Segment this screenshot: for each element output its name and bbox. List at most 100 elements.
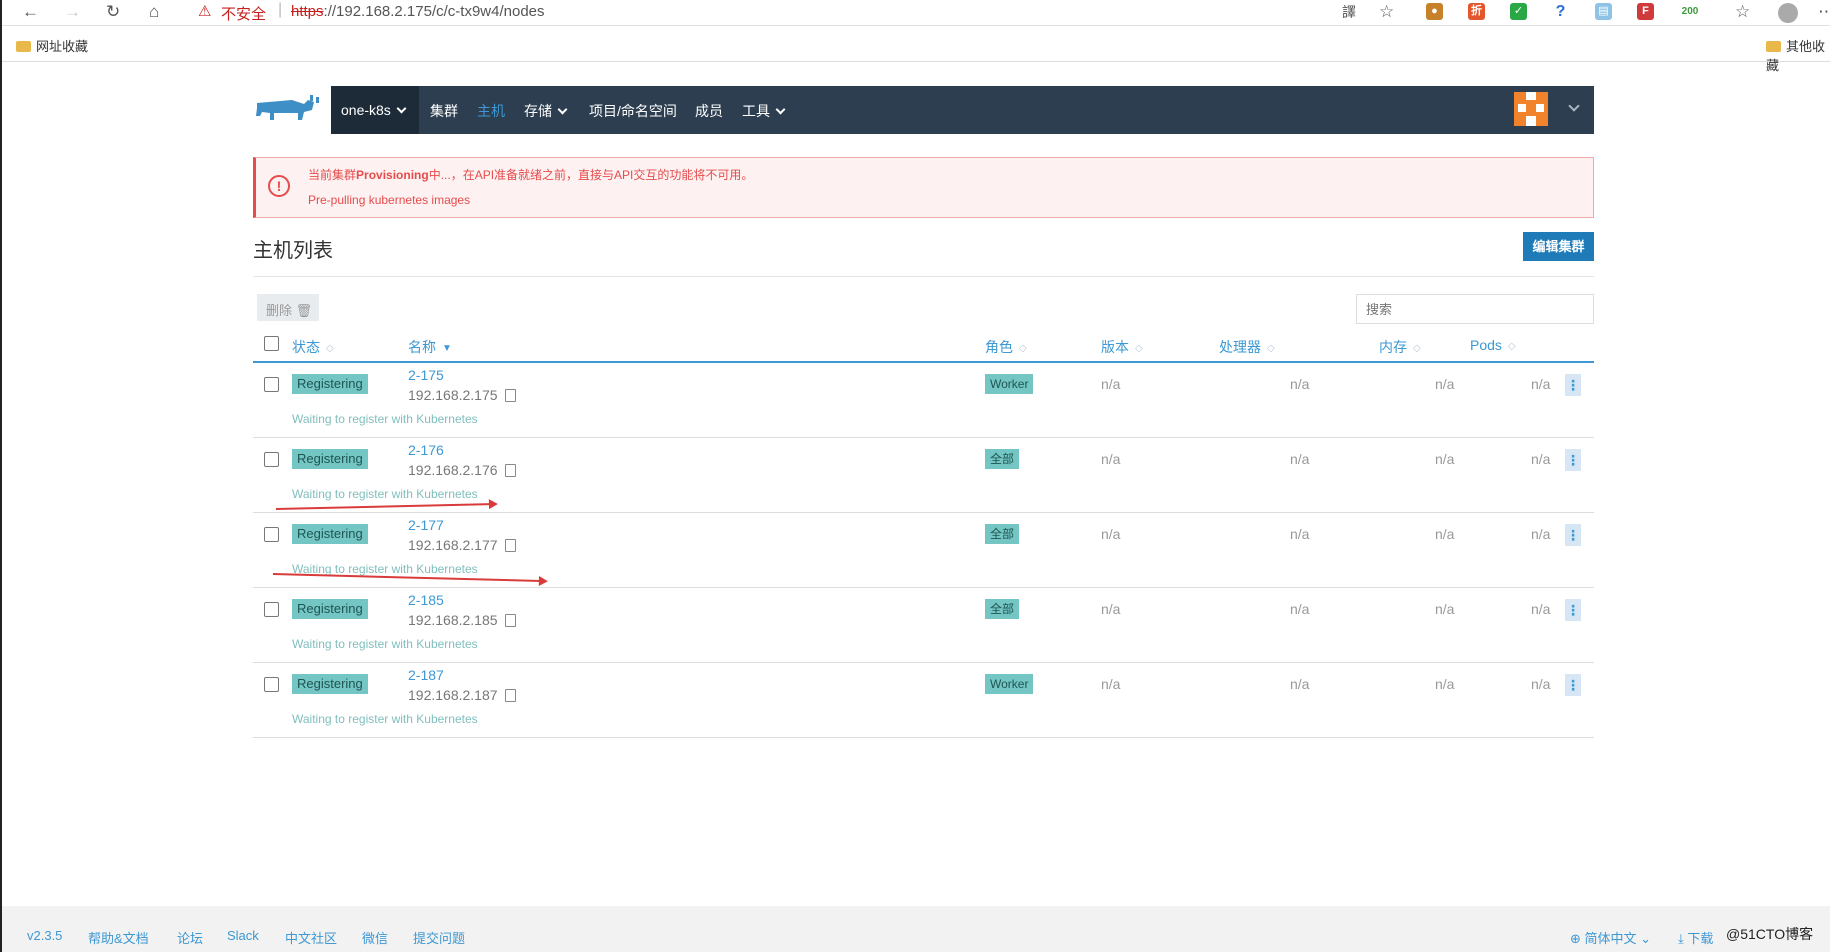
role-badge: Worker — [985, 674, 1034, 694]
sort-icon: ◇ — [1135, 343, 1143, 354]
table-row: Registering 2-175 192.168.2.175 Waiting … — [253, 363, 1594, 438]
cluster-name: one-k8s — [341, 102, 391, 118]
footer-link-community[interactable]: 中文社区 — [285, 928, 337, 947]
nav-tools[interactable]: 工具 — [742, 101, 786, 121]
nav-members[interactable]: 成员 — [695, 101, 723, 121]
copy-icon[interactable] — [504, 389, 516, 402]
host-name-link[interactable]: 2-187 — [408, 667, 444, 683]
column-status[interactable]: 状态 ◇ — [292, 337, 334, 357]
insecure-label[interactable]: 不安全 — [221, 3, 266, 24]
row-actions-icon[interactable]: ⋮ — [1565, 374, 1581, 396]
cpu-value: n/a — [1290, 451, 1310, 467]
delete-label: 删除 — [266, 303, 293, 318]
reload-icon[interactable]: ↻ — [106, 2, 120, 22]
footer-link-wechat[interactable]: 微信 — [362, 928, 388, 947]
row-message: Waiting to register with Kubernetes — [292, 637, 478, 651]
back-icon[interactable]: ← — [22, 2, 39, 22]
footer-link-slack[interactable]: Slack — [227, 928, 259, 943]
ip-text: 192.168.2.185 — [408, 612, 498, 628]
role-badge: 全部 — [985, 449, 1020, 469]
table-row: Registering 2-185 192.168.2.185 Waiting … — [253, 588, 1594, 663]
row-actions-icon[interactable]: ⋮ — [1565, 599, 1581, 621]
copy-icon[interactable] — [504, 614, 516, 627]
host-name-link[interactable]: 2-185 — [408, 592, 444, 608]
copy-icon[interactable] — [504, 464, 516, 477]
row-checkbox[interactable] — [264, 527, 279, 542]
nav-cluster[interactable]: 集群 — [430, 101, 458, 121]
row-checkbox[interactable] — [264, 602, 279, 617]
row-actions-icon[interactable]: ⋮ — [1565, 674, 1581, 696]
column-label: Pods — [1470, 337, 1502, 353]
column-role[interactable]: 角色 ◇ — [985, 337, 1027, 357]
info-icon: ! — [268, 175, 290, 197]
host-name-link[interactable]: 2-175 — [408, 367, 444, 383]
star-icon[interactable]: ☆ — [1379, 2, 1394, 22]
download-icon: ⤓ — [1678, 931, 1684, 946]
bookmark-folder[interactable]: 网址收藏 — [16, 36, 88, 55]
footer-link-docs[interactable]: 帮助&文档 — [88, 928, 149, 947]
select-all-checkbox[interactable] — [264, 336, 279, 351]
column-cpu[interactable]: 处理器 ◇ — [1219, 337, 1275, 357]
memory-value: n/a — [1435, 676, 1455, 692]
rancher-logo[interactable] — [252, 86, 331, 134]
help-icon[interactable]: ? — [1552, 3, 1569, 20]
nav-tools-label: 工具 — [742, 103, 770, 119]
extension-icon[interactable]: 折 — [1468, 3, 1485, 20]
host-name-link[interactable]: 2-177 — [408, 517, 444, 533]
nav-projects[interactable]: 项目/命名空间 — [589, 101, 677, 121]
provisioning-alert: ! 当前集群Provisioning中...，在API准备就绪之前，直接与API… — [253, 157, 1594, 218]
row-actions-icon[interactable]: ⋮ — [1565, 449, 1581, 471]
other-bookmarks[interactable]: 其他收藏 — [1766, 36, 1830, 74]
forward-icon[interactable]: → — [64, 2, 81, 22]
home-icon[interactable]: ⌂ — [149, 2, 159, 22]
url-scheme: https — [291, 3, 324, 20]
delete-button[interactable]: 删除 🗑 — [257, 294, 319, 321]
extension-icon[interactable]: F — [1637, 3, 1654, 20]
address-bar[interactable]: https://192.168.2.175/c/c-tx9w4/nodes — [291, 3, 545, 20]
warning-icon: ⚠ — [198, 3, 212, 20]
column-name[interactable]: 名称 ▼ — [408, 337, 452, 357]
row-checkbox[interactable] — [264, 677, 279, 692]
memory-value: n/a — [1435, 601, 1455, 617]
row-checkbox[interactable] — [264, 377, 279, 392]
chevron-down-icon[interactable] — [1568, 100, 1580, 112]
sort-icon: ◇ — [1267, 343, 1275, 354]
column-label: 状态 — [292, 339, 320, 355]
copy-icon[interactable] — [504, 539, 516, 552]
host-name-link[interactable]: 2-176 — [408, 442, 444, 458]
alert-suffix: 中...，在API准备就绪之前，直接与API交互的功能将不可用。 — [428, 168, 754, 182]
column-version[interactable]: 版本 ◇ — [1101, 337, 1143, 357]
bookmarks-icon[interactable]: ☆ — [1735, 2, 1750, 22]
profile-icon[interactable] — [1778, 3, 1798, 23]
footer-link-issue[interactable]: 提交问题 — [413, 928, 465, 947]
menu-icon[interactable]: ⋯ — [1818, 2, 1830, 22]
nav-storage[interactable]: 存储 — [524, 101, 568, 121]
shield-icon[interactable]: ✓ — [1510, 3, 1527, 20]
column-pods[interactable]: Pods ◇ — [1470, 337, 1516, 353]
extension-icon[interactable]: ▤ — [1595, 3, 1612, 20]
search-input[interactable] — [1356, 294, 1594, 324]
pods-value: n/a — [1531, 526, 1551, 542]
user-avatar[interactable] — [1514, 92, 1548, 126]
badge-count[interactable]: 200 — [1678, 3, 1702, 20]
copy-icon[interactable] — [504, 689, 516, 702]
cpu-value: n/a — [1290, 526, 1310, 542]
version-value: n/a — [1101, 376, 1121, 392]
extension-icon[interactable]: ● — [1426, 3, 1443, 20]
translate-icon[interactable]: 譯 — [1342, 2, 1356, 22]
row-actions-icon[interactable]: ⋮ — [1565, 524, 1581, 546]
ip-text: 192.168.2.187 — [408, 687, 498, 703]
alert-detail: Pre-pulling kubernetes images — [308, 193, 471, 207]
divider — [253, 276, 1594, 277]
row-checkbox[interactable] — [264, 452, 279, 467]
edit-cluster-button[interactable]: 编辑集群 — [1523, 232, 1594, 261]
version-link[interactable]: v2.3.5 — [27, 928, 62, 943]
version-value: n/a — [1101, 526, 1121, 542]
column-memory[interactable]: 内存 ◇ — [1379, 337, 1421, 357]
bookmarks-bar: 网址收藏 其他收藏 — [2, 27, 1830, 73]
footer-link-forum[interactable]: 论坛 — [177, 928, 203, 947]
download-link[interactable]: ⤓ 下载 — [1678, 928, 1713, 947]
nav-hosts[interactable]: 主机 — [477, 101, 505, 121]
cluster-selector[interactable]: one-k8s — [331, 86, 419, 134]
language-selector[interactable]: ⊕ 简体中文 ⌄ — [1570, 928, 1651, 947]
